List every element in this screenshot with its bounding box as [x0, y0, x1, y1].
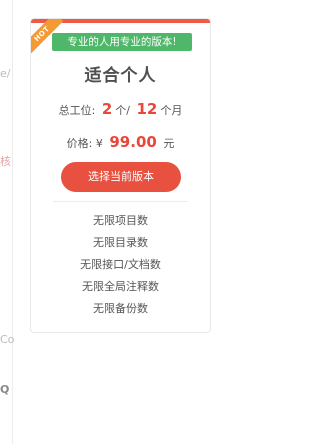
seats-count: 2	[101, 100, 113, 118]
duration-row: 总工位: 2 个/ 12 个月	[31, 100, 210, 118]
duration-label: 总工位:	[58, 104, 96, 117]
feature-item: 无限全局注释数	[82, 280, 159, 293]
price-unit: 元	[163, 137, 175, 150]
price-row: 价格: ¥ 99.00 元	[31, 133, 210, 151]
feature-list: 无限项目数 无限目录数 无限接口/文档数 无限全局注释数 无限备份数	[31, 211, 210, 321]
months-unit: 个月	[160, 104, 183, 117]
select-plan-button[interactable]: 选择当前版本	[61, 162, 181, 192]
background-text-fragment: Co	[0, 333, 15, 346]
price-value: 99.00	[109, 133, 157, 151]
feature-item: 无限接口/文档数	[80, 258, 161, 271]
divider	[53, 201, 188, 202]
viewport: e/ 核 Co Q HOT 专业的人用专业的版本! 适合个人 总工位: 2 个/ …	[0, 0, 219, 444]
background-text-fragment: e/	[0, 67, 11, 80]
feature-item: 无限目录数	[93, 236, 148, 249]
background-text-fragment: 核	[0, 155, 11, 168]
price-label: 价格:	[66, 137, 93, 150]
currency-symbol: ¥	[95, 137, 103, 150]
feature-item: 无限项目数	[93, 214, 148, 227]
months-count: 12	[136, 100, 158, 118]
plan-title: 适合个人	[84, 66, 157, 86]
plan-tagline: 专业的人用专业的版本!	[52, 33, 192, 51]
seats-unit: 个/	[115, 104, 130, 117]
background-text-fragment: Q	[0, 383, 10, 396]
pricing-card: HOT 专业的人用专业的版本! 适合个人 总工位: 2 个/ 12 个月 价格: ¥…	[30, 18, 211, 333]
feature-item: 无限备份数	[93, 302, 148, 315]
